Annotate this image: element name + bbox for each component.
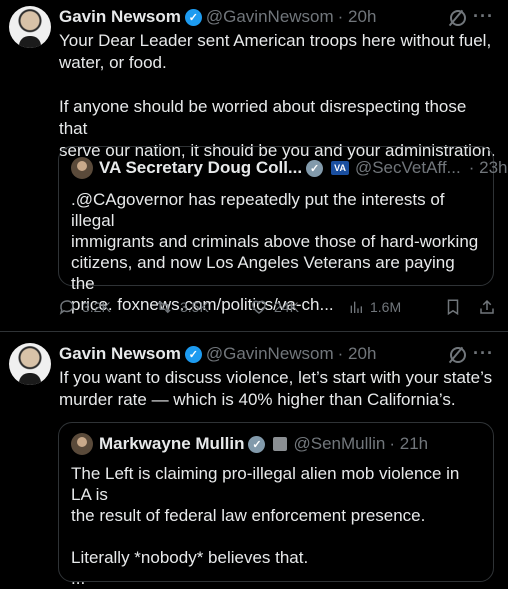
grok-icon[interactable] [450,347,466,363]
share-button[interactable] [478,298,496,316]
views-button[interactable]: 1.6M [348,298,401,316]
bookmark-button[interactable] [444,298,462,316]
author-handle[interactable]: @GavinNewsom [206,344,334,364]
tweet-2[interactable]: Gavin Newsom ✓ @GavinNewsom · 20h ··· If… [0,332,508,588]
repost-button[interactable]: 3.5K [154,298,209,316]
quote-timestamp: · 23h [468,158,508,177]
like-icon [252,300,266,314]
quote-author: VA Secretary Doug Coll... [99,158,303,177]
repost-count: 3.5K [180,299,209,315]
action-bar: 3.2K 3.5K 24K 1.6M [58,298,498,320]
tweet-text: If you want to discuss violence, let’s s… [59,367,499,411]
share-icon [480,299,494,314]
views-icon [350,301,362,313]
quoted-tweet[interactable]: Markwayne Mullin ✓ @SenMullin · 21h The … [58,422,494,588]
verified-icon: ✓ [184,8,202,26]
avatar[interactable] [9,343,51,385]
text-line: the result of federal law enforcement pr… [71,506,426,525]
grok-icon[interactable] [450,10,466,26]
text-line: Literally *nobody* believes that. [71,548,309,567]
author-name[interactable]: Gavin Newsom [59,344,181,364]
tweet-1[interactable]: Gavin Newsom ✓ @GavinNewsom · 20h ··· Yo… [0,0,508,331]
tweet-header: Gavin Newsom ✓ @GavinNewsom · 20h [59,6,376,28]
va-badge-icon: VA [331,161,349,175]
verified-icon: ✓ [184,345,202,363]
like-button[interactable]: 24K [250,298,299,316]
text-line: water, or food. [59,53,167,72]
quote-avatar [71,157,93,179]
text-line: immigrants and criminals above those of … [71,232,479,251]
quote-text: The Left is claiming pro-illegal alien m… [71,463,481,589]
text-line: murder rate — which is 40% higher than C… [59,390,456,409]
verified-icon: ✓ [248,435,266,453]
quote-timestamp: · 21h [389,434,429,453]
more-icon[interactable]: ··· [473,6,494,27]
bookmark-icon [447,299,459,316]
text-line: .@CAgovernor has repeatedly put the inte… [71,190,445,230]
like-count: 24K [274,299,299,315]
quote-header: VA Secretary Doug Coll... ✓ VA @SecVetAf… [71,157,507,179]
reply-count: 3.2K [82,299,111,315]
timestamp[interactable]: · 20h [338,7,377,27]
timestamp[interactable]: · 20h [338,344,377,364]
author-handle[interactable]: @GavinNewsom [206,7,334,27]
quoted-tweet[interactable]: VA Secretary Doug Coll... ✓ VA @SecVetAf… [58,146,507,314]
text-line: Your Dear Leader sent American troops he… [59,31,492,50]
more-icon[interactable]: ··· [473,343,494,364]
quote-header: Markwayne Mullin ✓ @SenMullin · 21h [71,433,428,455]
tweet-header: Gavin Newsom ✓ @GavinNewsom · 20h [59,343,376,365]
text-line: citizens, and now Los Angeles Veterans a… [71,253,455,293]
avatar[interactable] [9,6,51,48]
author-name[interactable]: Gavin Newsom [59,7,181,27]
reply-icon [59,300,74,315]
text-line [59,74,499,96]
repost-icon [157,300,171,314]
text-line: If you want to discuss violence, let’s s… [59,368,493,387]
quote-handle: @SecVetAff... [354,158,461,177]
tweet-text: Your Dear Leader sent American troops he… [59,30,499,162]
quote-text: .@CAgovernor has repeatedly put the inte… [71,189,481,315]
government-badge-icon [273,437,288,451]
reply-button[interactable]: 3.2K [58,298,111,316]
quote-handle: @SenMullin [293,434,386,453]
text-line: The Left is claiming pro-illegal alien m… [71,464,460,504]
quote-avatar [71,433,93,455]
quote-author: Markwayne Mullin [99,434,245,453]
views-count: 1.6M [370,299,402,315]
verified-icon: ✓ [306,159,324,177]
text-line: ... [71,569,86,588]
text-line [71,526,481,547]
text-line: If anyone should be worried about disres… [59,97,467,138]
